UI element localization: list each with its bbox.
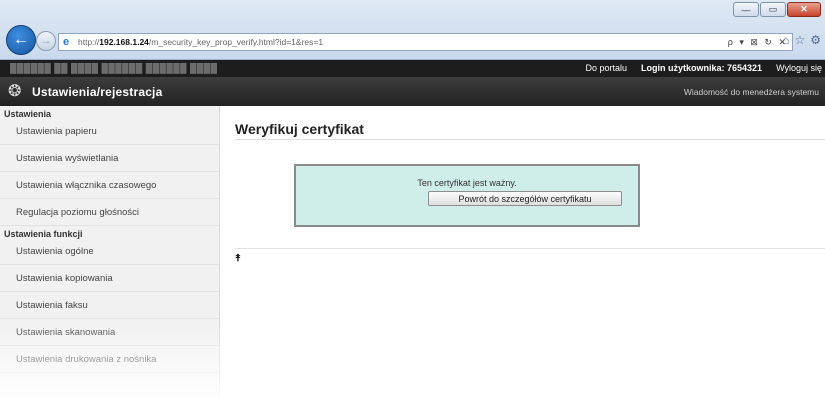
verification-message: Ten certyfikat jest ważny.	[417, 178, 517, 188]
sidebar-item-media-print[interactable]: Ustawienia drukowania z nośnika	[0, 346, 219, 373]
admin-message-link[interactable]: Wiadomość do menedżera systemu	[684, 87, 819, 97]
home-icon[interactable]: ⌂	[782, 33, 789, 47]
sidebar-item-timer[interactable]: Ustawienia włącznika czasowego	[0, 172, 219, 199]
sidebar-item-fax[interactable]: Ustawienia faksu	[0, 292, 219, 319]
sidebar-item-scan[interactable]: Ustawienia skanowania	[0, 319, 219, 346]
back-to-certificate-details-button[interactable]: Powrót do szczegółów certyfikatu	[428, 191, 622, 206]
url-text[interactable]: http://192.168.1.24/m_security_key_prop_…	[78, 37, 724, 47]
sidebar-item-paper[interactable]: Ustawienia papieru	[0, 118, 219, 145]
favorites-star-icon[interactable]: ☆	[794, 33, 805, 47]
verification-message-box: Ten certyfikat jest ważny. Powrót do szc…	[294, 164, 640, 227]
device-name: ██████ ██ ████ ██████ ██████ ████	[10, 63, 218, 73]
device-topbar: ██████ ██ ████ ██████ ██████ ████ Do por…	[0, 60, 825, 77]
sidebar-item-volume[interactable]: Regulacja poziomu głośności	[0, 199, 219, 226]
sidebar-section-settings: Ustawienia	[4, 109, 52, 119]
app-titlebar: ❂ Ustawienia/rejestracja Wiadomość do me…	[0, 77, 825, 106]
back-to-top-icon[interactable]: ⯭	[235, 253, 241, 264]
logout-link[interactable]: Wyloguj się	[776, 63, 822, 73]
browser-chrome: — ▭ ✕ ← → e http://192.168.1.24/m_securi…	[0, 0, 825, 60]
close-button[interactable]: ✕	[787, 2, 821, 17]
address-tools[interactable]: ρ ▾ ⊠ ↻ ✕	[728, 37, 788, 48]
settings-gear-icon: ❂	[8, 83, 22, 100]
title-divider	[235, 139, 825, 140]
minimize-button[interactable]: —	[733, 2, 759, 17]
sidebar-item-copy[interactable]: Ustawienia kopiowania	[0, 265, 219, 292]
address-bar[interactable]: e http://192.168.1.24/m_security_key_pro…	[58, 33, 793, 51]
login-info: Login użytkownika: 7654321	[640, 63, 763, 73]
window-controls: — ▭ ✕	[733, 2, 821, 17]
portal-link[interactable]: Do portalu	[585, 63, 627, 73]
sidebar-section-functions: Ustawienia funkcji	[4, 229, 83, 239]
forward-arrow-icon[interactable]: →	[36, 31, 56, 51]
maximize-button[interactable]: ▭	[760, 2, 786, 17]
app-title: Ustawienia/rejestracja	[32, 85, 163, 99]
back-arrow-icon[interactable]: ←	[6, 25, 36, 55]
bottom-divider	[235, 248, 825, 249]
page-title: Weryfikuj certyfikat	[235, 121, 364, 137]
main-content: Weryfikuj certyfikat Ten certyfikat jest…	[220, 106, 825, 398]
browser-toolbar-icons: ⌂ ☆ ⚙	[782, 33, 821, 47]
sidebar-item-general[interactable]: Ustawienia ogólne	[0, 238, 219, 265]
sidebar: Ustawienia Ustawienia papieru Ustawienia…	[0, 106, 220, 398]
sidebar-item-display[interactable]: Ustawienia wyświetlania	[0, 145, 219, 172]
ie-logo-icon: e	[63, 36, 70, 48]
top-links: Do portalu Login użytkownika: 7654321 Wy…	[585, 63, 822, 73]
settings-gear-icon[interactable]: ⚙	[810, 33, 821, 47]
